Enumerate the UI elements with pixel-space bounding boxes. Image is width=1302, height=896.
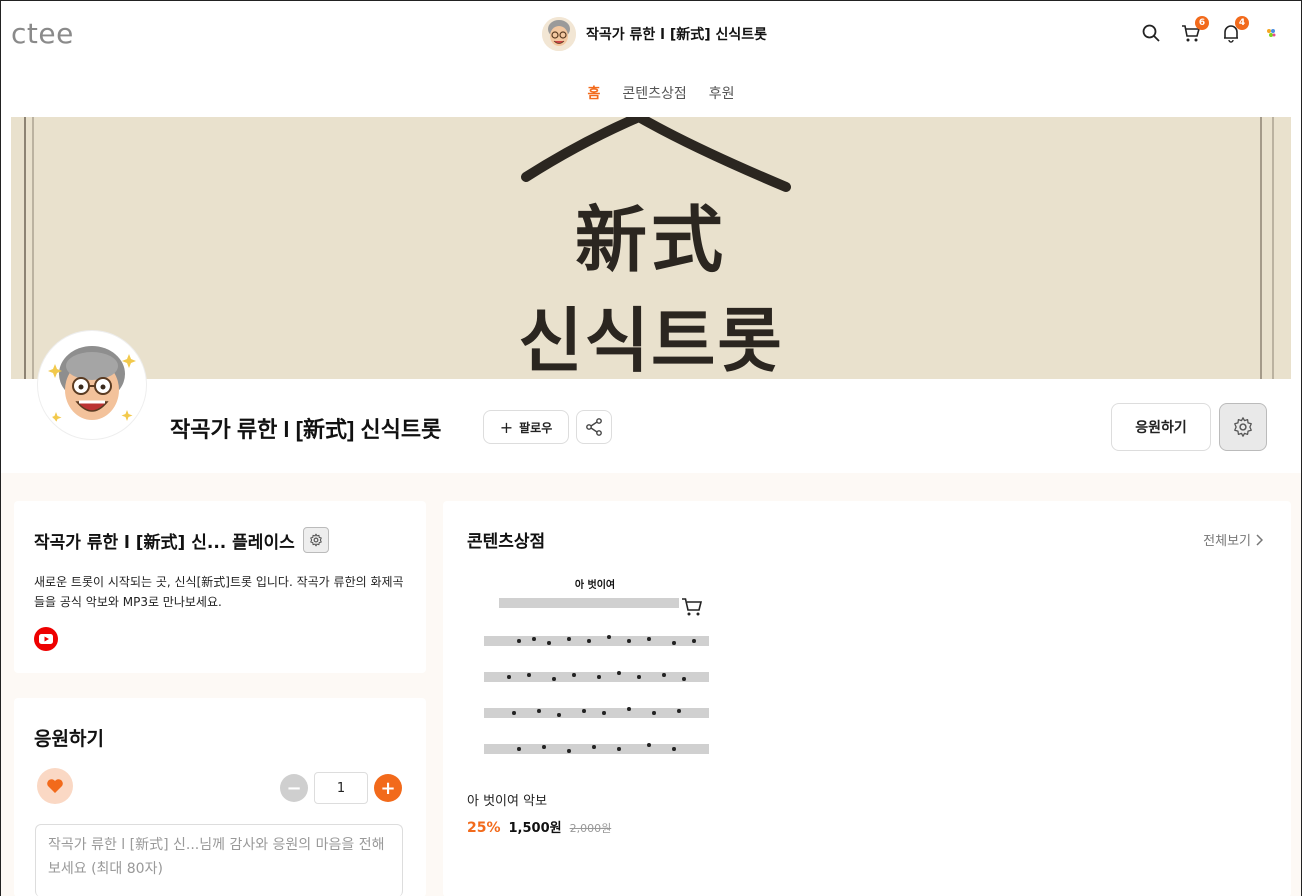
settings-button[interactable] xyxy=(1219,403,1267,451)
view-all-link[interactable]: 전체보기 xyxy=(1203,530,1263,549)
top-header: ctee 작곡가 류한 l [新式] 신식트롯 6 4 xyxy=(1,1,1301,69)
creator-nav: 홈 콘텐츠상점 후원 xyxy=(1,69,1301,117)
heart-icon xyxy=(37,768,73,804)
support-button[interactable]: 응원하기 xyxy=(1111,403,1211,451)
follow-button[interactable]: + 팔로우 xyxy=(483,410,569,444)
place-title-text: 작곡가 류한 l [新式] 신... 플레이스 xyxy=(34,532,295,553)
original-price: 2,000원 xyxy=(569,822,612,835)
content-store-card: 콘텐츠상점 전체보기 아 벗이여 아 벗이여 악보 25% 1,500원 2,0… xyxy=(443,501,1291,896)
ctee-logo[interactable]: ctee xyxy=(11,17,74,50)
tab-home[interactable]: 홈 xyxy=(587,83,600,103)
tab-content-store[interactable]: 콘텐츠상점 xyxy=(622,83,686,103)
score-title: 아 벗이여 xyxy=(575,578,615,591)
store-title: 콘텐츠상점 xyxy=(467,532,546,552)
place-description: 새로운 트롯이 시작되는 곳, 신식[新式]트롯 입니다. 작곡가 류한의 화제… xyxy=(34,575,404,609)
cart-icon[interactable]: 6 xyxy=(1179,16,1209,45)
add-to-cart-icon[interactable] xyxy=(681,597,703,621)
youtube-icon[interactable] xyxy=(34,627,58,651)
discount-rate: 25% xyxy=(467,820,501,836)
view-all-label: 전체보기 xyxy=(1203,534,1251,549)
product-thumbnail[interactable]: 아 벗이여 xyxy=(479,575,711,770)
plus-icon: + xyxy=(499,417,514,437)
header-title: 작곡가 류한 l [新式] 신식트롯 xyxy=(586,27,768,43)
banner-hanja-text: 新式 xyxy=(574,197,727,282)
follow-label: 팔로우 xyxy=(519,420,553,435)
profile-avatar xyxy=(38,331,146,439)
product-name[interactable]: 아 벗이여 악보 xyxy=(467,790,547,809)
support-card: 응원하기 − 1 + 작곡가 류한 l [新式] 신...님께 감사와 응원의 … xyxy=(14,698,426,896)
bell-icon[interactable]: 4 xyxy=(1219,16,1249,45)
sale-price: 1,500원 xyxy=(508,821,562,836)
quantity-input[interactable]: 1 xyxy=(314,772,368,804)
support-title: 응원하기 xyxy=(34,728,104,750)
creator-name: 작곡가 류한 l [新式] 신식트롯 xyxy=(170,417,442,442)
header-creator[interactable]: 작곡가 류한 l [新式] 신식트롯 xyxy=(542,17,767,51)
search-icon[interactable] xyxy=(1139,21,1163,45)
notification-count-badge: 4 xyxy=(1235,16,1249,30)
user-avatar-icon[interactable] xyxy=(1259,21,1283,45)
header-avatar xyxy=(542,17,576,51)
share-button[interactable] xyxy=(576,410,612,444)
place-title: 작곡가 류한 l [新式] 신... 플레이스 xyxy=(34,527,329,553)
header-icons: 6 4 xyxy=(1139,16,1283,45)
banner-hangul-text: 신식트롯 xyxy=(518,299,784,379)
gear-icon xyxy=(1234,417,1252,437)
gear-icon xyxy=(309,533,322,547)
cart-count-badge: 6 xyxy=(1195,16,1209,30)
place-settings-button[interactable] xyxy=(302,527,329,553)
tab-support[interactable]: 후원 xyxy=(709,83,735,103)
support-message-input[interactable]: 작곡가 류한 l [新式] 신...님께 감사와 응원의 마음을 전해보세요 (… xyxy=(35,824,403,896)
cover-banner: 新式 신식트롯 xyxy=(11,117,1291,379)
price-row: 25% 1,500원 2,000원 xyxy=(467,817,611,836)
place-card: 작곡가 류한 l [新式] 신... 플레이스 새로운 트롯이 시작되는 곳, … xyxy=(14,501,426,673)
sheet-music-image: 아 벗이여 xyxy=(479,575,711,770)
chevron-right-icon xyxy=(1256,533,1263,546)
increase-button[interactable]: + xyxy=(374,774,402,802)
decrease-button[interactable]: − xyxy=(280,774,308,802)
share-icon xyxy=(586,418,602,436)
quantity-stepper: − 1 + xyxy=(280,772,402,804)
profile-section: 작곡가 류한 l [新式] 신식트롯 + 팔로우 응원하기 xyxy=(11,331,1291,473)
